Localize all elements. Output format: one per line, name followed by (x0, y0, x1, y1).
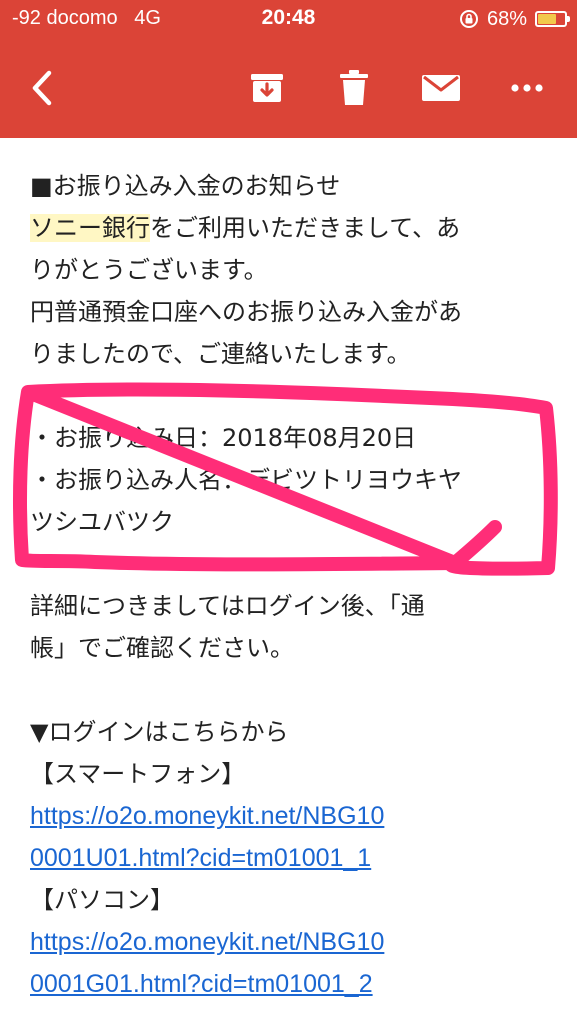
battery-percent: 68% (486, 7, 527, 30)
status-bar: -92 docomo 4G 20:48 68% (0, 0, 577, 38)
chevron-left-icon (32, 70, 52, 106)
deposit-line-2: りましたので、ご連絡いたします。 (30, 340, 411, 368)
email-body: ■お振り込み入金のお知らせ ソニー銀行をご利用いただきまして、あ りがとうござい… (30, 165, 560, 1005)
transfer-date: ・お振り込み日：2018年08月20日 (30, 424, 417, 452)
notice-title: ■お振り込み入金のお知らせ (30, 172, 341, 200)
delete-button[interactable] (332, 38, 376, 138)
sender-name-line-1: ・お振り込み人名：デビツトリヨウキヤ (30, 466, 462, 494)
login-header: ▼ログインはこちらから (30, 718, 289, 746)
mail-icon (422, 75, 460, 101)
smartphone-link-part-1[interactable]: https://o2o.moneykit.net/NBG10 (30, 802, 384, 830)
smartphone-label: 【スマートフォン】 (30, 760, 246, 788)
orientation-lock-icon (459, 10, 478, 28)
pc-link-part-2[interactable]: 0001G01.html?cid=tm01001_2 (30, 970, 373, 998)
mark-unread-button[interactable] (418, 38, 464, 138)
bank-name-highlight[interactable]: ソニー銀行 (30, 214, 150, 242)
back-button[interactable] (14, 38, 70, 138)
sender-name-line-2: ツシユバツク (30, 508, 174, 536)
smartphone-link-part-2[interactable]: 0001U01.html?cid=tm01001_1 (30, 844, 371, 872)
trash-icon (340, 70, 368, 105)
greeting-rest: をご利用いただきまして、あ (150, 214, 461, 242)
email-toolbar (0, 38, 577, 138)
more-button[interactable] (505, 38, 549, 138)
archive-button[interactable] (245, 38, 289, 138)
detail-line-1: 詳細につきましてはログイン後、「通 (30, 592, 425, 620)
deposit-line-1: 円普通預金口座へのお振り込み入金があ (30, 298, 462, 326)
greeting-line-2: りがとうございます。 (30, 256, 268, 284)
status-right: 68% (459, 6, 570, 32)
pc-link-part-1[interactable]: https://o2o.moneykit.net/NBG10 (30, 928, 384, 956)
battery-icon (535, 11, 570, 27)
greeting-line: ソニー銀行をご利用いただきまして、あ (30, 207, 560, 249)
archive-icon (251, 74, 283, 102)
more-horizontal-icon (511, 84, 543, 92)
detail-line-2: 帳」でご確認ください。 (30, 634, 294, 662)
battery-level (538, 14, 556, 24)
pc-label: 【パソコン】 (30, 886, 174, 914)
